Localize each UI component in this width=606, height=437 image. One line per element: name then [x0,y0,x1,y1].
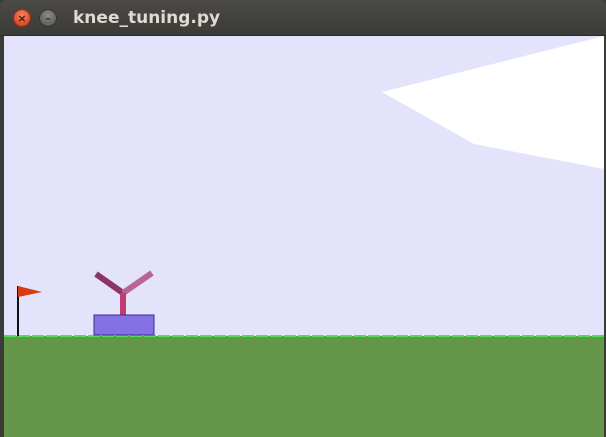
window-title: knee_tuning.py [73,8,221,28]
minimize-icon: – [45,11,51,25]
app-window: × – knee_tuning.py [0,0,606,437]
minimize-button[interactable]: – [39,9,57,27]
scene-svg [4,36,604,437]
simulation-canvas[interactable] [4,36,604,437]
close-button[interactable]: × [13,9,31,27]
ground [4,336,604,437]
robot-body [93,314,155,336]
title-bar[interactable]: × – knee_tuning.py [0,0,606,36]
close-icon: × [17,11,27,25]
robot-torso [120,293,126,315]
